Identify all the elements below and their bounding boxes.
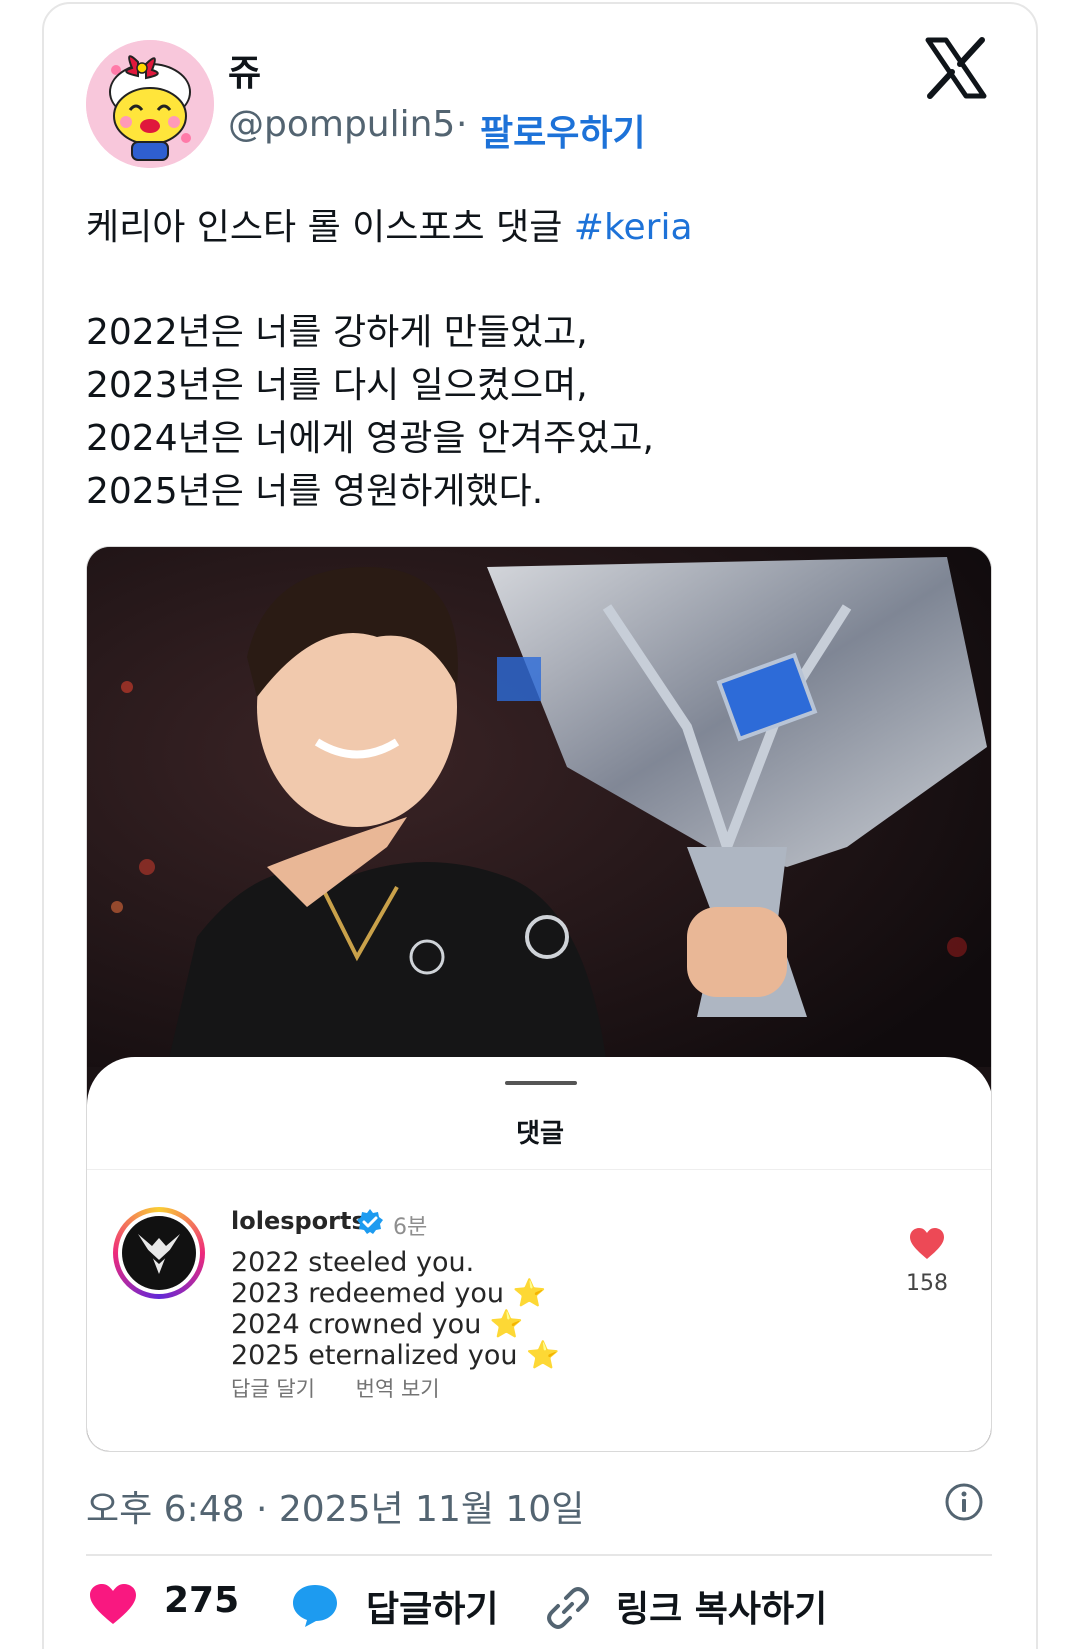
comment-line: 2024 crowned you ⭐ — [231, 1309, 524, 1340]
commenter-username[interactable]: lolesports — [231, 1207, 366, 1235]
reply-button[interactable]: 답글하기 — [366, 1580, 498, 1632]
comment-line: 2022 steeled you. — [231, 1247, 475, 1278]
copy-link-button[interactable]: 링크 복사하기 — [616, 1580, 827, 1632]
tweet-text-first: 케리아 인스타 롤 이스포츠 댓글 — [86, 207, 563, 248]
comment-like-count: 158 — [906, 1271, 948, 1296]
verified-badge-icon — [357, 1209, 383, 1234]
avatar-illustration-icon — [86, 40, 214, 168]
tweet-text-intro: 케리아 인스타 롤 이스포츠 댓글 #keria — [86, 198, 693, 250]
separator-dot: · — [456, 104, 468, 145]
translate-link[interactable]: 번역 보기 — [356, 1377, 440, 1401]
comments-sheet: 댓글 lolesports 6분 2022 steeled you. 2023 … — [87, 1057, 991, 1451]
star-icon: ⭐ — [489, 1309, 524, 1340]
commenter-avatar — [113, 1207, 205, 1299]
comment-time: 6분 — [393, 1215, 428, 1240]
comment-line: 2025 eternalized you ⭐ — [231, 1340, 560, 1371]
tweet-body-line: 2024년은 너에게 영광을 안겨주었고, — [86, 418, 654, 459]
tweet-timestamp[interactable]: 오후 6:48 · 2025년 11월 10일 — [86, 1480, 584, 1532]
comment-like-heart-icon[interactable] — [909, 1227, 945, 1261]
tweet-media-image[interactable]: 댓글 lolesports 6분 2022 steeled you. 2023 … — [86, 546, 992, 1452]
worlds-logo-icon — [138, 1234, 180, 1274]
star-icon: ⭐ — [526, 1340, 560, 1371]
star-icon: ⭐ — [512, 1278, 547, 1309]
like-heart-icon[interactable] — [88, 1582, 138, 1626]
profile-avatar[interactable] — [86, 40, 214, 168]
tweet-body-line: 2025년은 너를 영원하게했다. — [86, 471, 544, 512]
sheet-divider — [87, 1169, 991, 1170]
comment-actions: 답글 달기 번역 보기 — [231, 1373, 474, 1403]
link-icon[interactable] — [546, 1586, 590, 1630]
sheet-title: 댓글 — [516, 1119, 564, 1149]
photo-player-with-trophy — [87, 547, 991, 1067]
x-logo-icon[interactable] — [924, 36, 988, 100]
display-name[interactable]: 쥬 — [228, 44, 261, 96]
action-divider — [86, 1554, 992, 1556]
reply-comment-link[interactable]: 답글 달기 — [231, 1377, 315, 1401]
like-count[interactable]: 275 — [164, 1580, 239, 1621]
tweet-body-line: 2022년은 너를 강하게 만들었고, — [86, 312, 588, 353]
comment-text: 2022 steeled you. 2023 redeemed you ⭐ 20… — [231, 1247, 560, 1371]
user-handle[interactable]: @pompulin5 — [228, 104, 455, 145]
hashtag-link[interactable]: #keria — [574, 207, 693, 248]
info-icon[interactable] — [944, 1482, 984, 1522]
comment-line: 2023 redeemed you ⭐ — [231, 1278, 547, 1309]
follow-button[interactable]: 팔로우하기 — [480, 104, 646, 156]
tweet-body-line: 2023년은 너를 다시 일으켰으며, — [86, 365, 588, 406]
sheet-drag-handle[interactable] — [505, 1081, 577, 1085]
reply-bubble-icon[interactable] — [290, 1582, 340, 1628]
tweet-body: 2022년은 너를 강하게 만들었고, 2023년은 너를 다시 일으켰으며, … — [86, 306, 654, 518]
